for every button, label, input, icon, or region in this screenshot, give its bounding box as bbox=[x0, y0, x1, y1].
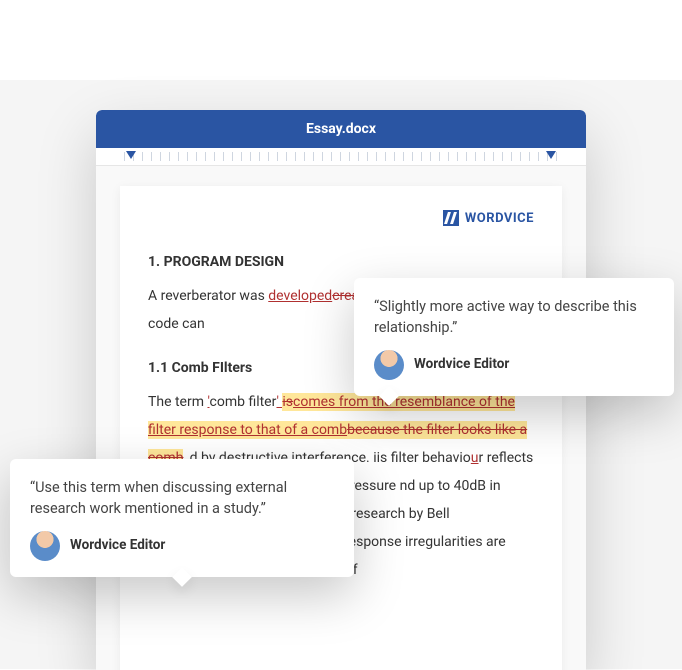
avatar bbox=[30, 531, 60, 561]
author-name: Wordvice Editor bbox=[414, 355, 509, 375]
comment-author: Wordvice Editor bbox=[30, 531, 334, 561]
document-title: Essay.docx bbox=[306, 121, 376, 137]
brand: WORDVICE bbox=[148, 210, 534, 226]
text: research by Bell bbox=[348, 506, 450, 522]
heading-1: 1. PROGRAM DESIGN bbox=[148, 248, 534, 276]
tracked-delete[interactable]: is bbox=[282, 394, 293, 410]
document-page: WORDVICE 1. PROGRAM DESIGN A reverberato… bbox=[120, 186, 562, 670]
tracked-insert[interactable]: developed bbox=[268, 288, 332, 304]
ruler-marker-right[interactable] bbox=[546, 151, 556, 159]
comment-text: “Slightly more active way to describe th… bbox=[374, 296, 654, 338]
avatar bbox=[374, 350, 404, 380]
title-bar: Essay.docx bbox=[96, 110, 586, 148]
comment-bubble[interactable]: “Slightly more active way to describe th… bbox=[354, 278, 674, 396]
ruler-marker-left[interactable] bbox=[126, 151, 136, 159]
comment-text: “Use this term when discussing external … bbox=[30, 477, 334, 519]
comment-author: Wordvice Editor bbox=[374, 350, 654, 380]
text: The term bbox=[148, 394, 207, 410]
comment-bubble[interactable]: “Use this term when discussing external … bbox=[10, 459, 354, 577]
author-name: Wordvice Editor bbox=[70, 536, 165, 556]
wordvice-logo-icon bbox=[443, 210, 459, 226]
tracked-insert[interactable]: u bbox=[471, 450, 479, 466]
ruler[interactable] bbox=[96, 148, 586, 166]
text: A reverberator was bbox=[148, 288, 268, 304]
text: comb filter bbox=[210, 394, 277, 410]
brand-text: WORDVICE bbox=[465, 211, 534, 226]
